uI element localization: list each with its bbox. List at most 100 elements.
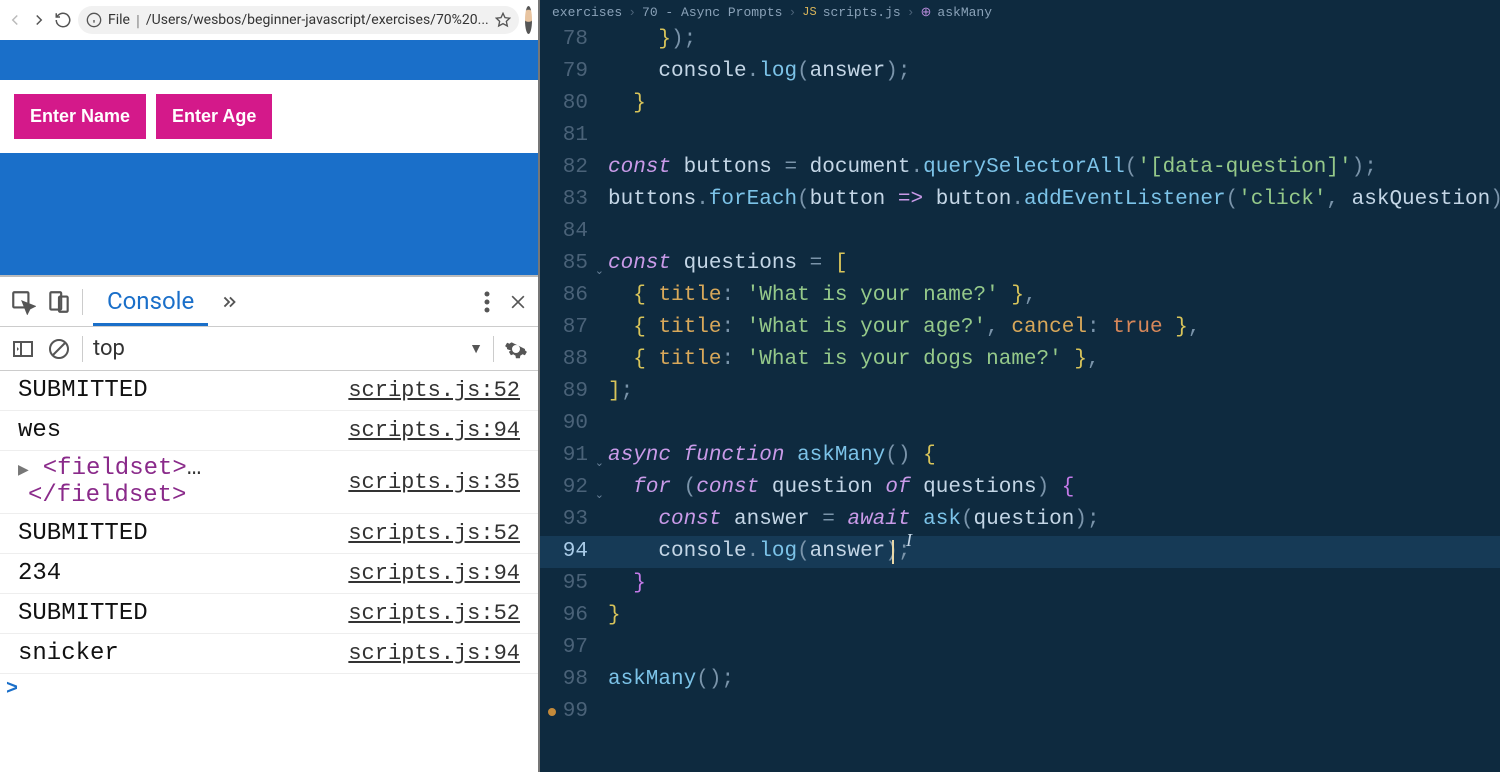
code-line[interactable]: 90 xyxy=(540,408,1500,440)
line-number[interactable]: 99 xyxy=(540,696,600,728)
console-settings-button[interactable] xyxy=(504,337,528,361)
code-content[interactable]: } xyxy=(600,600,1500,632)
log-source-link[interactable]: scripts.js:52 xyxy=(348,378,520,403)
code-line[interactable]: 83buttons.forEach(button => button.addEv… xyxy=(540,184,1500,216)
star-icon[interactable] xyxy=(495,12,511,28)
code-line[interactable]: 79 console.log(answer); xyxy=(540,56,1500,88)
inspect-button[interactable] xyxy=(10,289,36,315)
code-content[interactable]: const questions = [ xyxy=(600,248,1500,280)
breadcrumb-symbol[interactable]: askMany xyxy=(937,5,992,20)
line-number[interactable]: 98 xyxy=(540,664,600,696)
back-button[interactable] xyxy=(6,9,24,31)
console-log-row[interactable]: SUBMITTEDscripts.js:52 xyxy=(0,371,538,411)
line-number[interactable]: 86 xyxy=(540,280,600,312)
console-log-row[interactable]: 234scripts.js:94 xyxy=(0,554,538,594)
code-content[interactable]: }); xyxy=(600,24,1500,56)
code-line[interactable]: 95 } xyxy=(540,568,1500,600)
code-content[interactable] xyxy=(600,216,1500,248)
code-line[interactable]: 84 xyxy=(540,216,1500,248)
log-source-link[interactable]: scripts.js:35 xyxy=(348,470,520,495)
line-number[interactable]: 92⌄ xyxy=(540,472,600,504)
line-number[interactable]: 80 xyxy=(540,88,600,120)
line-number[interactable]: 93 xyxy=(540,504,600,536)
line-number[interactable]: 95 xyxy=(540,568,600,600)
code-content[interactable]: async function askMany() { xyxy=(600,440,1500,472)
code-content[interactable]: } xyxy=(600,568,1500,600)
line-number[interactable]: 82 xyxy=(540,152,600,184)
code-line[interactable]: 88 { title: 'What is your dogs name?' }, xyxy=(540,344,1500,376)
line-number[interactable]: 87 xyxy=(540,312,600,344)
line-number[interactable]: 84 xyxy=(540,216,600,248)
enter-name-button[interactable]: Enter Name xyxy=(14,94,146,139)
code-line[interactable]: 94 console.log(answer);I xyxy=(540,536,1500,568)
line-number[interactable]: 78 xyxy=(540,24,600,56)
line-number[interactable]: 96 xyxy=(540,600,600,632)
forward-button[interactable] xyxy=(30,9,48,31)
clear-console-button[interactable] xyxy=(46,336,72,362)
code-content[interactable]: { title: 'What is your name?' }, xyxy=(600,280,1500,312)
profile-avatar[interactable] xyxy=(525,6,532,34)
breadcrumb-seg[interactable]: 70 - Async Prompts xyxy=(642,5,782,20)
code-line[interactable]: 91⌄async function askMany() { xyxy=(540,440,1500,472)
code-content[interactable]: console.log(answer); xyxy=(600,56,1500,88)
line-number[interactable]: 90 xyxy=(540,408,600,440)
line-number[interactable]: 91⌄ xyxy=(540,440,600,472)
breadcrumb-file[interactable]: scripts.js xyxy=(823,5,901,20)
code-content[interactable] xyxy=(600,120,1500,152)
console-body[interactable]: SUBMITTEDscripts.js:52wesscripts.js:94▶<… xyxy=(0,371,538,772)
console-log-row[interactable]: snickerscripts.js:94 xyxy=(0,634,538,674)
context-selector[interactable]: top xyxy=(93,336,459,361)
code-line[interactable]: 86 { title: 'What is your name?' }, xyxy=(540,280,1500,312)
context-caret[interactable]: ▼ xyxy=(469,340,483,357)
code-line[interactable]: 78 }); xyxy=(540,24,1500,56)
code-line[interactable]: 99 xyxy=(540,696,1500,728)
console-tab[interactable]: Console xyxy=(93,279,208,326)
enter-age-button[interactable]: Enter Age xyxy=(156,94,272,139)
code-line[interactable]: 97 xyxy=(540,632,1500,664)
line-number[interactable]: 89 xyxy=(540,376,600,408)
more-tabs-button[interactable] xyxy=(218,291,240,313)
code-content[interactable]: } xyxy=(600,88,1500,120)
line-number[interactable]: 85⌄ xyxy=(540,248,600,280)
line-number[interactable]: 79 xyxy=(540,56,600,88)
log-source-link[interactable]: scripts.js:94 xyxy=(348,418,520,443)
reload-button[interactable] xyxy=(54,9,72,31)
code-line[interactable]: 92⌄ for (const question of questions) { xyxy=(540,472,1500,504)
expand-triangle-icon[interactable]: ▶ xyxy=(18,463,29,479)
code-content[interactable] xyxy=(600,632,1500,664)
devtools-menu-button[interactable] xyxy=(484,291,490,313)
code-content[interactable]: const buttons = document.querySelectorAl… xyxy=(600,152,1500,184)
code-editor[interactable]: 78 });79 console.log(answer);80 }8182con… xyxy=(540,24,1500,772)
code-content[interactable]: console.log(answer);I xyxy=(600,536,1500,568)
code-content[interactable] xyxy=(600,696,1500,728)
code-content[interactable]: const answer = await ask(question); xyxy=(600,504,1500,536)
code-line[interactable]: 82const buttons = document.querySelector… xyxy=(540,152,1500,184)
log-source-link[interactable]: scripts.js:52 xyxy=(348,521,520,546)
code-content[interactable]: askMany(); xyxy=(600,664,1500,696)
log-source-link[interactable]: scripts.js:94 xyxy=(348,641,520,666)
code-content[interactable]: { title: 'What is your age?', cancel: tr… xyxy=(600,312,1500,344)
breadcrumb[interactable]: exercises › 70 - Async Prompts › JS scri… xyxy=(540,0,1500,24)
code-content[interactable] xyxy=(600,408,1500,440)
line-number[interactable]: 88 xyxy=(540,344,600,376)
line-number[interactable]: 83 xyxy=(540,184,600,216)
console-log-row[interactable]: ▶<fieldset>…</fieldset>scripts.js:35 xyxy=(0,451,538,514)
line-number[interactable]: 97 xyxy=(540,632,600,664)
console-log-row[interactable]: wesscripts.js:94 xyxy=(0,411,538,451)
code-line[interactable]: 89]; xyxy=(540,376,1500,408)
line-number[interactable]: 81 xyxy=(540,120,600,152)
code-line[interactable]: 93 const answer = await ask(question); xyxy=(540,504,1500,536)
code-content[interactable]: { title: 'What is your dogs name?' }, xyxy=(600,344,1500,376)
code-line[interactable]: 96} xyxy=(540,600,1500,632)
console-sidebar-toggle[interactable] xyxy=(10,336,36,362)
console-prompt[interactable]: > xyxy=(0,674,538,705)
console-log-row[interactable]: SUBMITTEDscripts.js:52 xyxy=(0,514,538,554)
devtools-close-button[interactable] xyxy=(508,292,528,312)
device-toggle-button[interactable] xyxy=(46,289,72,315)
log-source-link[interactable]: scripts.js:94 xyxy=(348,561,520,586)
line-number[interactable]: 94 xyxy=(540,536,600,568)
code-content[interactable]: for (const question of questions) { xyxy=(600,472,1500,504)
code-content[interactable]: ]; xyxy=(600,376,1500,408)
log-source-link[interactable]: scripts.js:52 xyxy=(348,601,520,626)
breadcrumb-seg[interactable]: exercises xyxy=(552,5,622,20)
